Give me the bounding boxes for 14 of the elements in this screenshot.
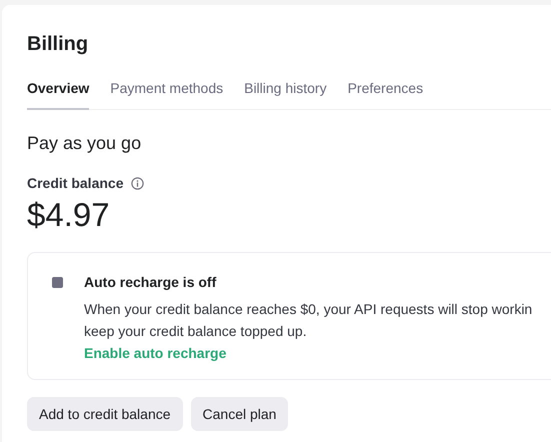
enable-auto-recharge-link[interactable]: Enable auto recharge [84,345,226,361]
add-credit-button[interactable]: Add to credit balance [27,397,183,431]
plan-heading: Pay as you go [27,132,142,154]
auto-recharge-description: When your credit balance reaches $0, your API requests will stop workin keep your credit balance topped up. [84,300,532,341]
tab[interactable]: Overview [27,80,90,110]
cancel-plan-button[interactable]: Cancel plan [190,397,288,431]
info-icon[interactable] [131,176,144,190]
tab[interactable]: Billing history [244,80,327,110]
page-title: Billing [27,32,90,56]
credit-balance-label: Credit balance [27,175,124,191]
tab[interactable]: Payment methods [110,80,224,110]
tab[interactable]: Preferences [348,80,424,110]
auto-recharge-title: Auto recharge is off [84,274,218,290]
credit-balance-amount: $4.97 [27,195,111,235]
